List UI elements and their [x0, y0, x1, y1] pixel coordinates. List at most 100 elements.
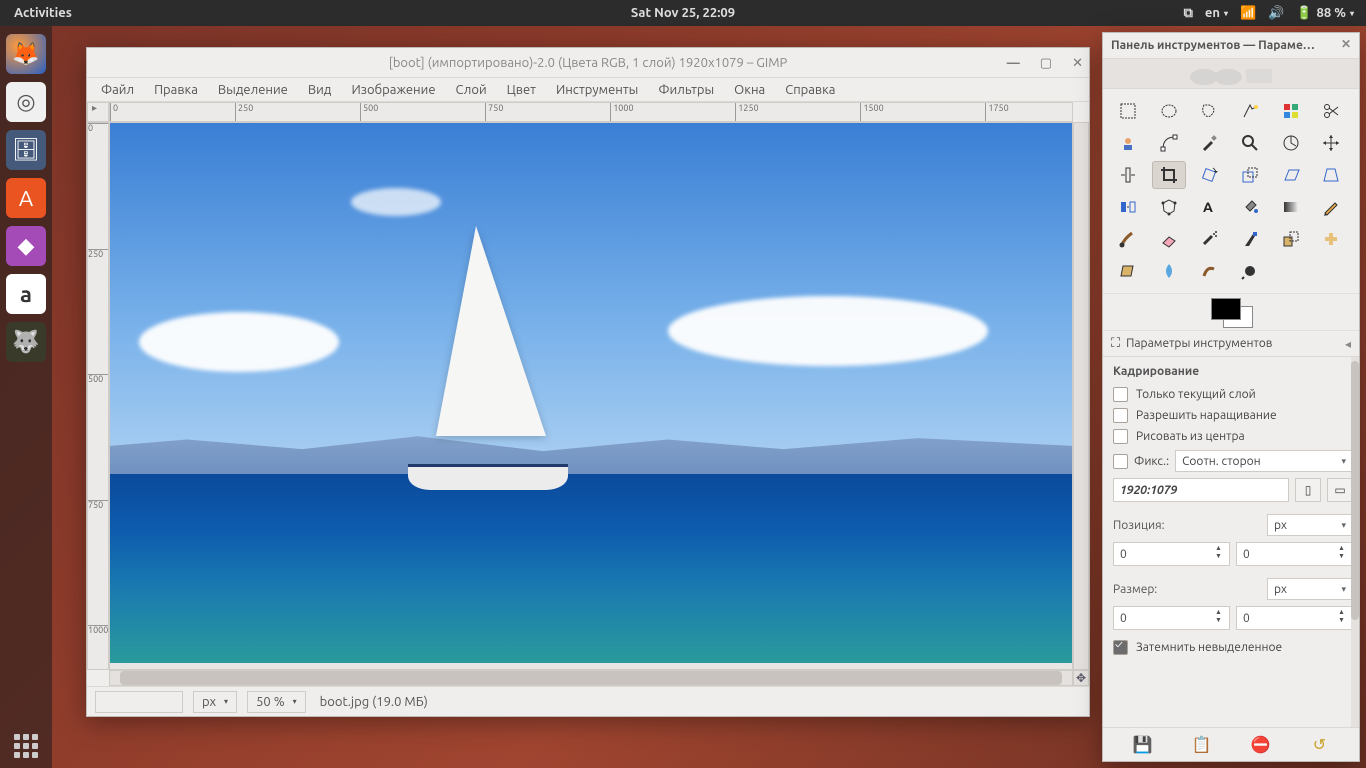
opt-fixed-checkbox[interactable] — [1113, 454, 1128, 469]
opt-size-h[interactable]: 0▲▼ — [1236, 606, 1353, 630]
battery-indicator[interactable]: 🔋 88 % ▾ — [1296, 6, 1354, 21]
tool-dodge-icon[interactable] — [1233, 257, 1267, 285]
input-source[interactable]: en ▾ — [1205, 6, 1228, 20]
toolbox-titlebar[interactable]: Панель инструментов — Параме… ✕ — [1103, 33, 1359, 59]
tool-text-icon[interactable]: A — [1192, 193, 1226, 221]
tool-perspective-clone-icon[interactable] — [1111, 257, 1145, 285]
menu-select[interactable]: Выделение — [218, 83, 288, 97]
dock-settings[interactable]: ◆ — [6, 226, 46, 266]
opt-highlight[interactable]: Затемнить невыделенное — [1113, 637, 1353, 658]
window-titlebar[interactable]: [boot] (импортировано)-2.0 (Цвета RGB, 1… — [87, 48, 1089, 78]
save-preset-icon[interactable]: 💾 — [1131, 733, 1155, 757]
options-scrollbar[interactable] — [1351, 357, 1359, 727]
tool-paths-icon[interactable] — [1152, 129, 1186, 157]
volume-indicator[interactable]: 🔊 — [1268, 6, 1284, 21]
dock-software[interactable]: A — [6, 178, 46, 218]
menu-image[interactable]: Изображение — [351, 83, 435, 97]
tool-bucket-fill-icon[interactable] — [1233, 193, 1267, 221]
tool-eraser-icon[interactable] — [1152, 225, 1186, 253]
restore-preset-icon[interactable]: 📋 — [1190, 733, 1214, 757]
scrollbar-vertical[interactable] — [1073, 122, 1089, 670]
tool-by-color-select-icon[interactable] — [1274, 97, 1308, 125]
menu-layer[interactable]: Слой — [456, 83, 487, 97]
scrollbar-horizontal[interactable] — [109, 670, 1073, 686]
opt-aspect-input[interactable]: 1920:1079 — [1113, 478, 1289, 502]
ruler-vertical[interactable]: 0 250 500 750 1000 — [87, 122, 109, 670]
wilber-dropzone[interactable] — [1103, 59, 1359, 89]
tool-pencil-icon[interactable] — [1314, 193, 1348, 221]
tool-crop-icon[interactable] — [1152, 161, 1186, 189]
menu-tools[interactable]: Инструменты — [556, 83, 638, 97]
opt-landscape-icon[interactable]: ▭ — [1327, 478, 1353, 502]
tool-blur-icon[interactable] — [1152, 257, 1186, 285]
ruler-horizontal[interactable]: 0 250 500 750 1000 1250 1500 1750 — [109, 102, 1073, 122]
window-maximize[interactable]: ▢ — [1040, 56, 1052, 71]
dock-rhythmbox[interactable]: ◎ — [6, 82, 46, 122]
tool-rect-select-icon[interactable] — [1111, 97, 1145, 125]
tool-perspective-icon[interactable] — [1314, 161, 1348, 189]
ruler-origin[interactable] — [87, 102, 109, 122]
menu-colors[interactable]: Цвет — [507, 83, 536, 97]
dropbox-indicator[interactable]: ⧉ — [1184, 6, 1193, 21]
delete-preset-icon[interactable]: ⛔ — [1249, 733, 1273, 757]
opt-fixed-mode[interactable]: Соотн. сторон▾ — [1175, 450, 1353, 472]
opt-current-layer-only[interactable]: Только текущий слой — [1113, 384, 1353, 405]
menu-view[interactable]: Вид — [308, 83, 332, 97]
tool-fuzzy-select-icon[interactable] — [1233, 97, 1267, 125]
opt-allow-growing[interactable]: Разрешить наращивание — [1113, 405, 1353, 426]
tool-heal-icon[interactable] — [1314, 225, 1348, 253]
tool-airbrush-icon[interactable] — [1192, 225, 1226, 253]
network-indicator[interactable]: 📶 — [1240, 6, 1256, 21]
reset-preset-icon[interactable]: ↺ — [1308, 733, 1332, 757]
window-minimize[interactable]: — — [1007, 56, 1020, 70]
tool-foreground-select-icon[interactable] — [1111, 129, 1145, 157]
zoom-selector[interactable]: 50 % ▾ — [247, 691, 306, 713]
clock[interactable]: Sat Nov 25, 22:09 — [631, 6, 735, 20]
opt-position-unit[interactable]: px▾ — [1267, 514, 1353, 536]
opt-pos-y[interactable]: 0▲▼ — [1236, 542, 1353, 566]
tool-free-select-icon[interactable] — [1192, 97, 1226, 125]
tool-scale-icon[interactable] — [1233, 161, 1267, 189]
dock-gimp[interactable]: 🐺 — [6, 322, 46, 362]
tool-blend-icon[interactable] — [1274, 193, 1308, 221]
menu-file[interactable]: Файл — [101, 83, 134, 97]
menu-edit[interactable]: Правка — [154, 83, 198, 97]
tool-options-tab[interactable]: ⛶ Параметры инструментов ◂ — [1103, 331, 1359, 357]
menu-filters[interactable]: Фильтры — [658, 83, 714, 97]
tab-menu-icon[interactable]: ◂ — [1345, 337, 1351, 351]
unit-selector[interactable]: px ▾ — [193, 691, 237, 713]
tool-flip-icon[interactable] — [1111, 193, 1145, 221]
tool-measure-icon[interactable] — [1274, 129, 1308, 157]
fg-bg-color[interactable] — [1103, 293, 1359, 331]
tool-zoom-icon[interactable] — [1233, 129, 1267, 157]
tool-rotate-icon[interactable] — [1192, 161, 1226, 189]
tool-move-icon[interactable] — [1314, 129, 1348, 157]
navigation-icon[interactable]: ✥ — [1073, 670, 1089, 686]
activities-button[interactable]: Activities — [0, 6, 86, 20]
tool-scissors-icon[interactable] — [1314, 97, 1348, 125]
opt-portrait-icon[interactable]: ▯ — [1295, 478, 1321, 502]
tool-cage-icon[interactable] — [1152, 193, 1186, 221]
tool-align-icon[interactable] — [1111, 161, 1145, 189]
tool-shear-icon[interactable] — [1274, 161, 1308, 189]
dock-firefox[interactable]: 🦊 — [6, 34, 46, 74]
fg-color-swatch[interactable] — [1211, 298, 1241, 320]
tool-ellipse-select-icon[interactable] — [1152, 97, 1186, 125]
dock-amazon[interactable]: a — [6, 274, 46, 314]
tool-color-picker-icon[interactable] — [1192, 129, 1226, 157]
opt-size-w[interactable]: 0▲▼ — [1113, 606, 1230, 630]
opt-size-unit[interactable]: px▾ — [1267, 578, 1353, 600]
opt-expand-from-center[interactable]: Рисовать из центра — [1113, 426, 1353, 447]
menu-help[interactable]: Справка — [785, 83, 835, 97]
toolbox-close[interactable]: ✕ — [1341, 37, 1351, 51]
show-applications[interactable] — [0, 734, 52, 758]
tool-paintbrush-icon[interactable] — [1111, 225, 1145, 253]
tool-ink-icon[interactable] — [1233, 225, 1267, 253]
tool-smudge-icon[interactable] — [1192, 257, 1226, 285]
dock-files[interactable]: 🗄 — [6, 130, 46, 170]
canvas[interactable] — [109, 122, 1073, 670]
window-close[interactable]: ✕ — [1072, 56, 1083, 71]
opt-pos-x[interactable]: 0▲▼ — [1113, 542, 1230, 566]
tool-clone-icon[interactable] — [1274, 225, 1308, 253]
menu-windows[interactable]: Окна — [734, 83, 765, 97]
